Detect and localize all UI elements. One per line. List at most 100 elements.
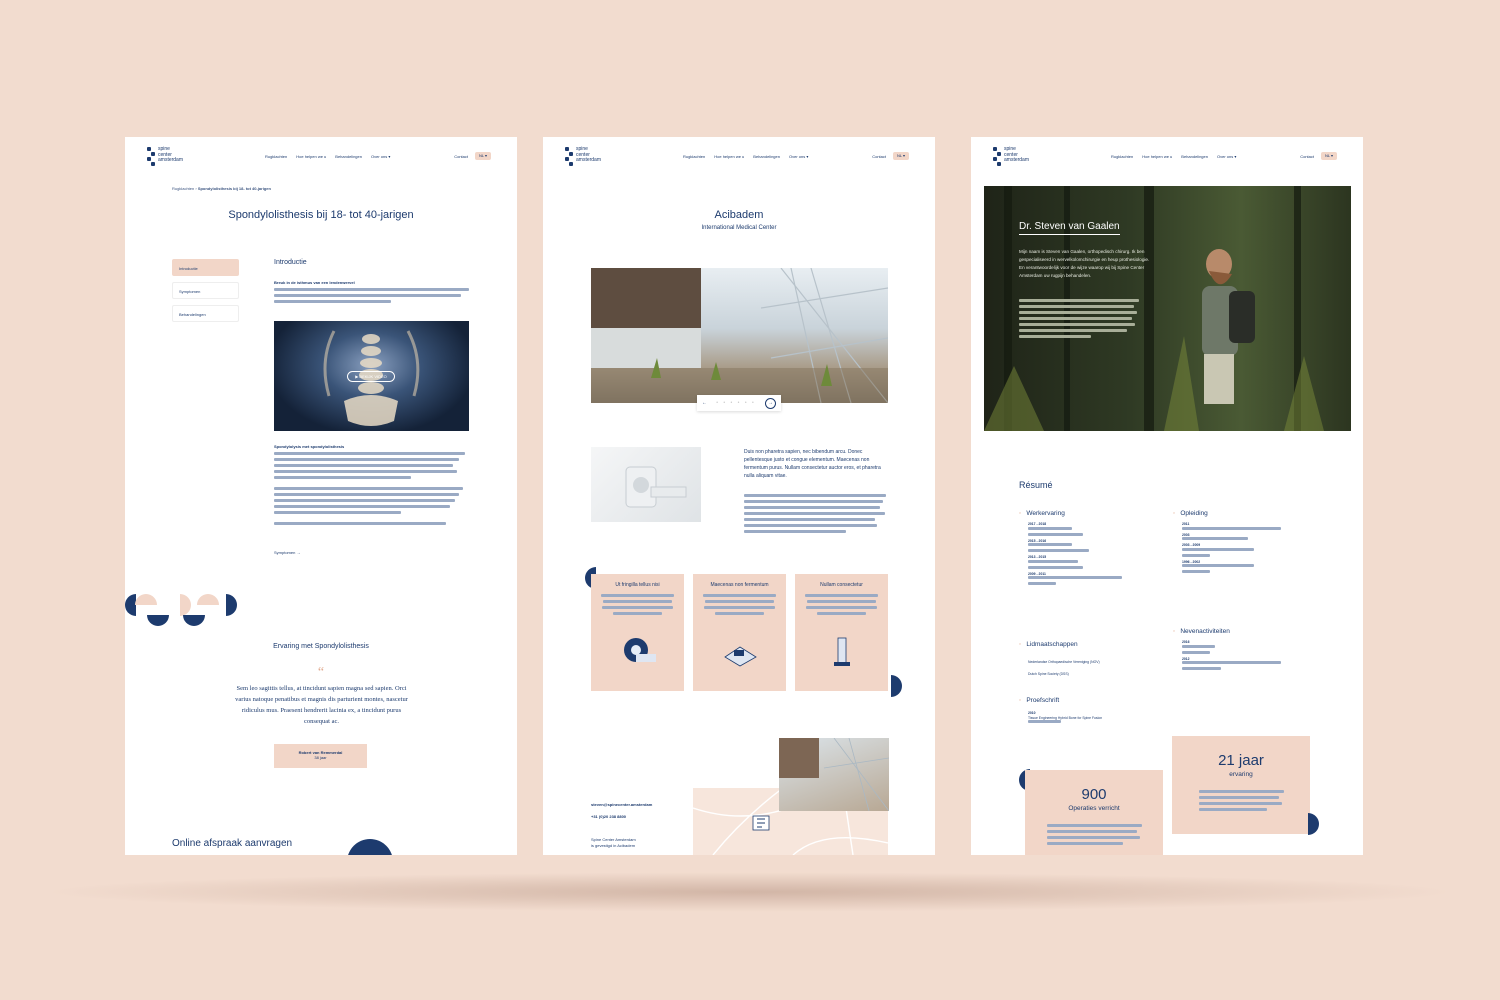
intro-text: Duis non pharetra sapien, nec bibendum a… [744, 449, 881, 479]
stat-label: Operaties verricht [1068, 805, 1120, 812]
doctor-intro: Mijn naam is Steven van Gaalen, orthoped… [1019, 249, 1150, 278]
page-title: Spondylolisthesis bij 18- tot 40-jarigen [228, 209, 414, 221]
feature-card-title: Ut fringilla tellus nisi [615, 582, 660, 588]
breadcrumb-root[interactable]: Rugklachten [172, 186, 194, 191]
mri-room-photo [591, 447, 701, 522]
nav-link-behandelingen[interactable]: Behandelingen [1181, 154, 1208, 159]
feature-card-2[interactable]: Maecenas non fermentum [693, 574, 786, 691]
breadcrumb-current: Spondylolisthesis bij 18- tot 40-jarigen [197, 186, 271, 191]
section-proefschrift: ◦ Proefschrift [1019, 697, 1060, 704]
testimonial-quote: Sem leo sagittis tellus, at tincidunt sa… [235, 685, 408, 725]
navbar: spine center amsterdam Rugklachten Hoe hel… [971, 137, 1363, 175]
navbar: spine center amsterdam Rugklachten Hoe hel… [543, 137, 935, 175]
pages-shadow [40, 872, 1460, 912]
play-icon: ▶ [355, 374, 359, 379]
page-title: Acibadem [714, 209, 764, 221]
feature-card-title: Maecenas non fermentum [710, 582, 769, 588]
nav-link-rugklachten[interactable]: Rugklachten [265, 154, 287, 159]
section-lidmaatschappen: ◦ Lidmaatschappen [1019, 641, 1078, 648]
feature-card-title: Nullam consectetur [820, 582, 863, 588]
nav-link-contact[interactable]: Contact [1300, 154, 1314, 159]
section-nevenactiviteiten: ◦ Nevenactiviteiten [1173, 628, 1230, 635]
address: Spine Center Amsterdam is gevestigd in Ac… [591, 837, 636, 848]
feature-card-1[interactable]: Ut fringilla tellus nisi [591, 574, 684, 691]
gallery-dots: • • • • • • [716, 400, 756, 406]
arrow-right-icon[interactable]: → [764, 397, 776, 409]
page-subtitle: International Medical Center [701, 225, 777, 231]
sub-text-lines [274, 452, 469, 528]
decorative-arcs [125, 594, 237, 629]
next-link-symptomen[interactable]: Symptomen → [274, 550, 300, 555]
toc-item-introductie[interactable]: Introductie [172, 259, 239, 276]
logo[interactable]: spine center amsterdam [565, 146, 601, 167]
medical-device-icon [833, 637, 850, 666]
nav-link-over-ons[interactable]: Over ons ▾ [1217, 154, 1236, 159]
nav-link-behandelingen[interactable]: Behandelingen [335, 154, 362, 159]
contact-phone[interactable]: +31 (0)20 238 8800 [591, 814, 626, 819]
feature-card-3[interactable]: Nullam consectetur [795, 574, 888, 691]
intro-heading: Breuk in de isthmus van een lendenwervel [274, 280, 355, 285]
intro-text-lines [274, 288, 469, 306]
stat-value: 900 [1081, 786, 1107, 803]
thesis-info: 2010 Tissue Engineering Hybrid Bone for S… [1028, 711, 1138, 726]
memberships-list: Nederlandse Orthopaedische Vereniging (N… [1028, 660, 1100, 676]
sub-heading: Spondylolysis met spondylolisthesis [274, 444, 345, 449]
spine-video[interactable]: ▶ BEKIJK VIDEO [274, 321, 469, 431]
section-werkervaring: ◦ Werkervaring [1019, 510, 1065, 517]
hospital-bed-icon [723, 646, 757, 667]
logo[interactable]: spine center amsterdam [147, 146, 183, 167]
nav-link-rugklachten[interactable]: Rugklachten [683, 154, 705, 159]
section-title: Introductie [274, 259, 307, 266]
nav-link-hoe-helpen[interactable]: Hoe helpen we u [714, 154, 744, 159]
nav-link-hoe-helpen[interactable]: Hoe helpen we u [296, 154, 326, 159]
stat-card-operations: 900 Operaties verricht [1025, 770, 1163, 855]
building-photo [779, 738, 889, 811]
page-spondylolisthesis: spine center amsterdam Rugklachten Hoe hel… [125, 137, 517, 855]
toc-item-behandelingen[interactable]: Behandelingen [172, 305, 239, 322]
quote-icon: “ [317, 665, 325, 680]
stat-card-experience: 21 jaar ervaring [1172, 736, 1310, 834]
body-text-lines [744, 494, 889, 536]
gallery-controls: ← • • • • • • → [697, 395, 781, 411]
testimonial-author: Robert van Remmerdal 38 jaar [274, 744, 367, 768]
language-select[interactable]: NL ▾ [475, 152, 491, 160]
contact-email[interactable]: steven@spinecenter.amsterdam [591, 802, 652, 807]
decorative-circle [347, 839, 393, 855]
page-acibadem: spine center amsterdam Rugklachten Hoe hel… [543, 137, 935, 855]
nav-link-rugklachten[interactable]: Rugklachten [1111, 154, 1133, 159]
building-illustration [779, 738, 889, 811]
nav-link-contact[interactable]: Contact [454, 154, 468, 159]
nav-link-hoe-helpen[interactable]: Hoe helpen we u [1142, 154, 1172, 159]
stat-value: 21 jaar [1218, 752, 1264, 769]
nav-link-behandelingen[interactable]: Behandelingen [753, 154, 780, 159]
stat-label: ervaring [1229, 771, 1253, 778]
logo[interactable]: spine center amsterdam [993, 146, 1029, 167]
hero-photo: Dr. Steven van Gaalen Mijn naam is Steve… [984, 186, 1351, 431]
doctor-name: Dr. Steven van Gaalen [1019, 221, 1120, 235]
logo-icon [993, 147, 1001, 167]
language-select[interactable]: NL ▾ [893, 152, 909, 160]
side-activities-list: 2016 2012 [1182, 640, 1292, 673]
education-list: 2011 2003 2003 - 2009 1996 - 2002 [1182, 522, 1292, 576]
navbar: spine center amsterdam Rugklachten Hoe hel… [125, 137, 517, 175]
atrium-illustration [591, 268, 888, 403]
work-list: 2017 - 2018 2015 - 2016 2013 - 2015 2009… [1028, 522, 1138, 588]
mri-scanner-icon [623, 638, 656, 662]
page-doctor-profile: spine center amsterdam Rugklachten Hoe hel… [971, 137, 1363, 855]
logo-icon [565, 147, 573, 167]
play-video-button[interactable]: ▶ BEKIJK VIDEO [347, 371, 395, 382]
toc-item-symptomen[interactable]: Symptomen [172, 282, 239, 299]
atrium-photo [591, 268, 888, 403]
cta-title: Online afspraak aanvragen [172, 838, 293, 849]
nav-link-over-ons[interactable]: Over ons ▾ [371, 154, 390, 159]
logo-icon [147, 147, 155, 167]
nav-link-over-ons[interactable]: Over ons ▾ [789, 154, 808, 159]
breadcrumb: Rugklachten › Spondylolisthesis bij 18- … [172, 186, 271, 191]
nav-link-contact[interactable]: Contact [872, 154, 886, 159]
resume-title: Résumé [1019, 480, 1053, 490]
language-select[interactable]: NL ▾ [1321, 152, 1337, 160]
mri-illustration [625, 466, 687, 508]
hero-text-lines [1019, 299, 1139, 341]
experience-title: Ervaring met Spondylolisthesis [273, 643, 369, 650]
arrow-left-icon[interactable]: ← [702, 400, 707, 406]
